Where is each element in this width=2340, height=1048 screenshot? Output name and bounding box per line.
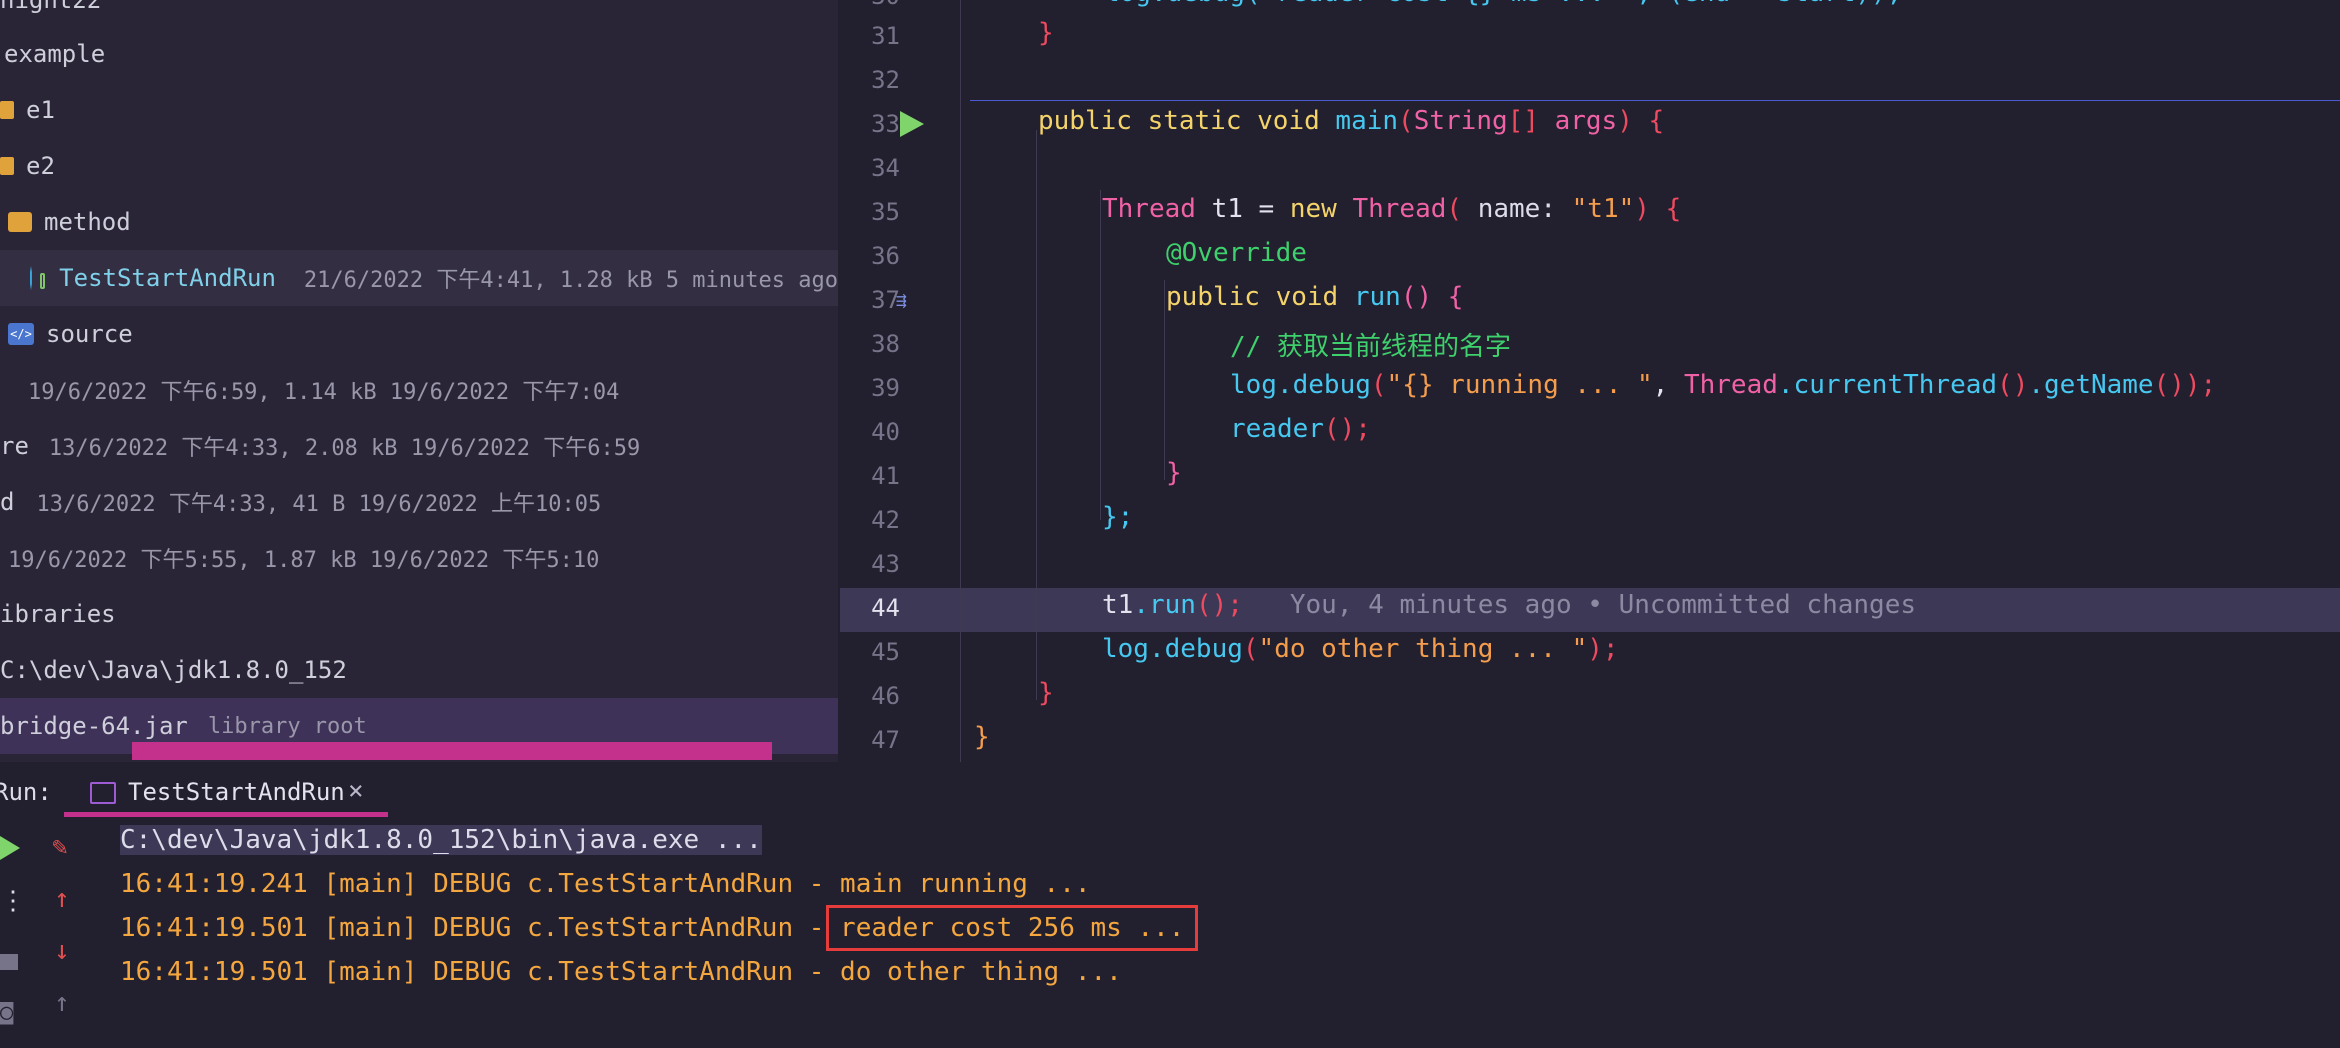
more-icon[interactable]: ⋮ bbox=[0, 886, 26, 916]
tree-label: d bbox=[0, 488, 15, 516]
indent-guide bbox=[1036, 130, 1037, 700]
code-line-37: public void run() { bbox=[1166, 282, 1464, 312]
tree-item-teststartandrun[interactable]: TestStartAndRun 21/6/2022 下午4:41, 1.28 k… bbox=[0, 250, 838, 306]
tree-item-package-example[interactable]: example bbox=[0, 26, 838, 82]
tree-label: ibraries bbox=[0, 600, 116, 628]
run-gutter-icon[interactable] bbox=[900, 111, 924, 137]
tree-item-jdk[interactable]: C:\dev\Java\jdk1.8.0_152 bbox=[0, 642, 838, 698]
code-line-46: } bbox=[1038, 678, 1054, 708]
active-tab-indicator bbox=[64, 812, 388, 817]
tree-label: TestStartAndRun bbox=[59, 264, 276, 292]
horizontal-scrollbar[interactable] bbox=[132, 742, 772, 760]
tab-close-icon[interactable]: × bbox=[348, 776, 364, 806]
method-separator bbox=[970, 100, 2340, 101]
folder-icon bbox=[0, 101, 14, 119]
indent-guide bbox=[1164, 280, 1165, 480]
code-line-45: log.debug("do other thing ... "); bbox=[1102, 634, 1619, 664]
file-meta: 13/6/2022 下午4:33, 2.08 kB 19/6/2022 下午6:… bbox=[48, 436, 641, 461]
line-number: 31 bbox=[871, 22, 900, 50]
code-line-31: } bbox=[1038, 18, 1054, 48]
line-number: 33 bbox=[871, 110, 900, 138]
source-folder-icon: </> bbox=[8, 323, 34, 345]
tree-item-e2[interactable]: e2 bbox=[0, 138, 838, 194]
clear-icon[interactable]: ✎ bbox=[52, 832, 68, 862]
tree-label: source bbox=[46, 320, 133, 348]
code-line-38: // 获取当前线程的名字 bbox=[1230, 332, 1511, 362]
tab-teststartandrun[interactable]: TestStartAndRun bbox=[128, 778, 345, 806]
line-number: 40 bbox=[871, 418, 900, 446]
file-meta: 19/6/2022 下午6:59, 1.14 kB 19/6/2022 下午7:… bbox=[28, 380, 620, 405]
code-line-40: reader(); bbox=[1230, 414, 1371, 444]
camera-icon[interactable]: ◙ bbox=[0, 1000, 13, 1025]
tree-item-source[interactable]: </> source bbox=[0, 306, 838, 362]
line-number: 47 bbox=[871, 726, 900, 754]
line-number: 36 bbox=[871, 242, 900, 270]
file-meta: 19/6/2022 下午5:55, 1.87 kB 19/6/2022 下午5:… bbox=[8, 548, 600, 573]
file-meta: 21/6/2022 下午4:41, 1.28 kB 5 minutes ago bbox=[303, 268, 838, 293]
tree-item-file[interactable]: re 13/6/2022 下午4:33, 2.08 kB 19/6/2022 下午… bbox=[0, 418, 838, 474]
line-number: 42 bbox=[871, 506, 900, 534]
code-line-47: } bbox=[974, 722, 990, 752]
console-line: 16:41:19.241 [main] DEBUG c.TestStartAnd… bbox=[120, 869, 1091, 899]
folder-icon bbox=[8, 212, 32, 232]
tree-item-file[interactable]: 19/6/2022 下午6:59, 1.14 kB 19/6/2022 下午7:… bbox=[0, 362, 838, 418]
tree-label: re bbox=[0, 432, 29, 460]
console-line: C:\dev\Java\jdk1.8.0_152\bin\java.exe ..… bbox=[120, 825, 762, 855]
code-line-30: log.debug("reader cost {} ms ... ", (end… bbox=[1104, 0, 1902, 8]
line-number: 39 bbox=[871, 374, 900, 402]
tree-item-e1[interactable]: e1 bbox=[0, 82, 838, 138]
console-tab-icon bbox=[90, 782, 116, 804]
tree-item-file[interactable]: d 13/6/2022 下午4:33, 41 B 19/6/2022 上午10:0… bbox=[0, 474, 838, 530]
line-number: 30 bbox=[840, 0, 900, 10]
line-number: 34 bbox=[871, 154, 900, 182]
code-line-36: @Override bbox=[1166, 238, 1307, 268]
tree-label: bridge-64.jar bbox=[0, 712, 188, 740]
tree-item-package[interactable]: night22 bbox=[0, 0, 838, 28]
line-number-current: 44 bbox=[871, 594, 900, 622]
rerun-icon[interactable] bbox=[0, 836, 20, 860]
code-line-35: Thread t1 = new Thread( name: "t1") { bbox=[1102, 194, 1682, 224]
file-meta: 13/6/2022 下午4:33, 41 B 19/6/2022 上午10:05 bbox=[36, 492, 602, 517]
java-class-icon bbox=[30, 266, 32, 290]
code-line-41: } bbox=[1166, 458, 1182, 488]
tree-label: night22 bbox=[0, 0, 102, 14]
code-line-33: public static void main(String[] args) { bbox=[1038, 106, 1665, 136]
code-line-42: }; bbox=[1102, 502, 1134, 532]
highlight-box bbox=[826, 905, 1198, 951]
lock-icon bbox=[39, 273, 46, 289]
tree-label: method bbox=[44, 208, 131, 236]
tree-item-file[interactable]: 19/6/2022 下午5:55, 1.87 kB 19/6/2022 下午5:… bbox=[0, 530, 838, 586]
folder-icon bbox=[0, 157, 14, 175]
tree-item-method[interactable]: method bbox=[0, 194, 838, 250]
console-line: 16:41:19.501 [main] DEBUG c.TestStartAnd… bbox=[120, 957, 1122, 987]
project-tree: night22 example e1 e2 method TestStartAn… bbox=[0, 0, 838, 762]
gutter-divider bbox=[960, 0, 961, 762]
scroll-up-icon[interactable]: ↑ bbox=[54, 988, 70, 1018]
stop-icon[interactable] bbox=[0, 954, 18, 970]
tree-label: example bbox=[4, 40, 106, 68]
indent-guide bbox=[1100, 190, 1101, 520]
line-number: 43 bbox=[871, 550, 900, 578]
line-number: 35 bbox=[871, 198, 900, 226]
tree-label: e1 bbox=[26, 96, 55, 124]
tree-label: C:\dev\Java\jdk1.8.0_152 bbox=[0, 656, 347, 684]
down-arrow-icon[interactable]: ↓ bbox=[54, 936, 70, 966]
code-line-39: log.debug("{} running ... ", Thread.curr… bbox=[1230, 370, 2217, 400]
line-number: 37 bbox=[871, 286, 900, 314]
line-number: 38 bbox=[871, 330, 900, 358]
tree-label: e2 bbox=[26, 152, 55, 180]
line-number: 32 bbox=[871, 66, 900, 94]
line-number: 45 bbox=[871, 638, 900, 666]
file-meta: library root bbox=[207, 713, 367, 739]
up-arrow-icon[interactable]: ↑ bbox=[54, 884, 70, 914]
line-number: 41 bbox=[871, 462, 900, 490]
override-gutter-icon[interactable]: ⇶ bbox=[896, 290, 918, 311]
code-editor[interactable]: 30 31 32 33 34 35 36 37 38 39 40 41 42 4… bbox=[840, 0, 2340, 762]
line-number: 46 bbox=[871, 682, 900, 710]
tree-item-external-libraries[interactable]: ibraries bbox=[0, 586, 838, 642]
run-label: Run: bbox=[0, 778, 52, 806]
code-line-44: t1.run(); You, 4 minutes ago • Uncommitt… bbox=[1102, 590, 1916, 620]
